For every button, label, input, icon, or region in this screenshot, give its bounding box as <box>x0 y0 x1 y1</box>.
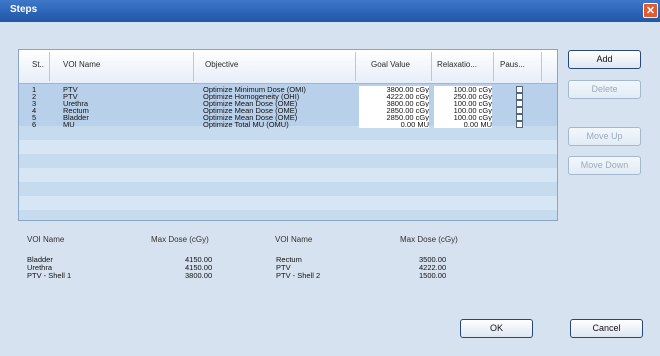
pause-checkbox[interactable] <box>516 121 523 128</box>
col-relaxation[interactable]: Relaxatio... <box>437 60 477 69</box>
max-dose-voi: PTV - Shell 1 <box>27 271 72 280</box>
title-bar: Steps ✕ <box>0 0 660 22</box>
max-dose-value: 3500.00 <box>419 255 447 264</box>
max-dose-voi: Rectum <box>276 255 302 264</box>
max-dose-right-dose-header: Max Dose (cGy) <box>400 235 458 244</box>
table-header: St.. VOI Name Objective Goal Value Relax… <box>19 50 557 84</box>
pause-checkbox[interactable] <box>516 114 523 121</box>
max-dose-right-voi-header: VOI Name <box>275 235 313 244</box>
pause-checkbox[interactable] <box>516 86 523 93</box>
move-down-button[interactable]: Move Down <box>568 156 641 175</box>
table-row[interactable]: 6 MU Optimize Total MU (OMU) 0.00 MU 0.0… <box>19 121 557 128</box>
max-dose-value: 3800.00 <box>185 271 213 280</box>
max-dose-voi: PTV - Shell 2 <box>276 271 321 280</box>
ok-button[interactable]: OK <box>460 319 533 338</box>
max-dose-left-dose-header: Max Dose (cGy) <box>151 235 209 244</box>
col-pause[interactable]: Paus... <box>500 60 525 69</box>
relaxation-cell[interactable]: 0.00 MU <box>434 121 492 128</box>
steps-table[interactable]: St.. VOI Name Objective Goal Value Relax… <box>18 49 558 221</box>
steps-dialog: Steps ✕ St.. VOI Name Objective Goal Val… <box>0 0 660 356</box>
cancel-button[interactable]: Cancel <box>570 319 643 338</box>
max-dose-left-voi-header: VOI Name <box>27 235 65 244</box>
pause-checkbox[interactable] <box>516 107 523 114</box>
close-icon[interactable]: ✕ <box>643 3 658 18</box>
col-goal-value[interactable]: Goal Value <box>371 60 410 69</box>
add-button[interactable]: Add <box>568 50 641 69</box>
max-dose-voi: PTV <box>276 263 291 272</box>
max-dose-value: 1500.00 <box>419 271 447 280</box>
delete-button[interactable]: Delete <box>568 80 641 99</box>
max-dose-voi: Bladder <box>27 255 53 264</box>
objective-cell: Optimize Total MU (OMU) <box>203 120 289 129</box>
col-voi-name[interactable]: VOI Name <box>63 60 100 69</box>
max-dose-value: 4150.00 <box>185 255 213 264</box>
move-up-button[interactable]: Move Up <box>568 127 641 146</box>
pause-checkbox[interactable] <box>516 100 523 107</box>
col-objective[interactable]: Objective <box>205 60 238 69</box>
pause-checkbox[interactable] <box>516 93 523 100</box>
max-dose-value: 4222.00 <box>419 263 447 272</box>
voi-name-cell: MU <box>63 120 75 129</box>
step-cell: 6 <box>32 120 37 129</box>
goal-value-cell[interactable]: 0.00 MU <box>359 121 429 128</box>
max-dose-value: 4150.00 <box>185 263 213 272</box>
window-title: Steps <box>10 4 38 15</box>
col-step[interactable]: St.. <box>32 60 44 69</box>
max-dose-voi: Urethra <box>27 263 53 272</box>
